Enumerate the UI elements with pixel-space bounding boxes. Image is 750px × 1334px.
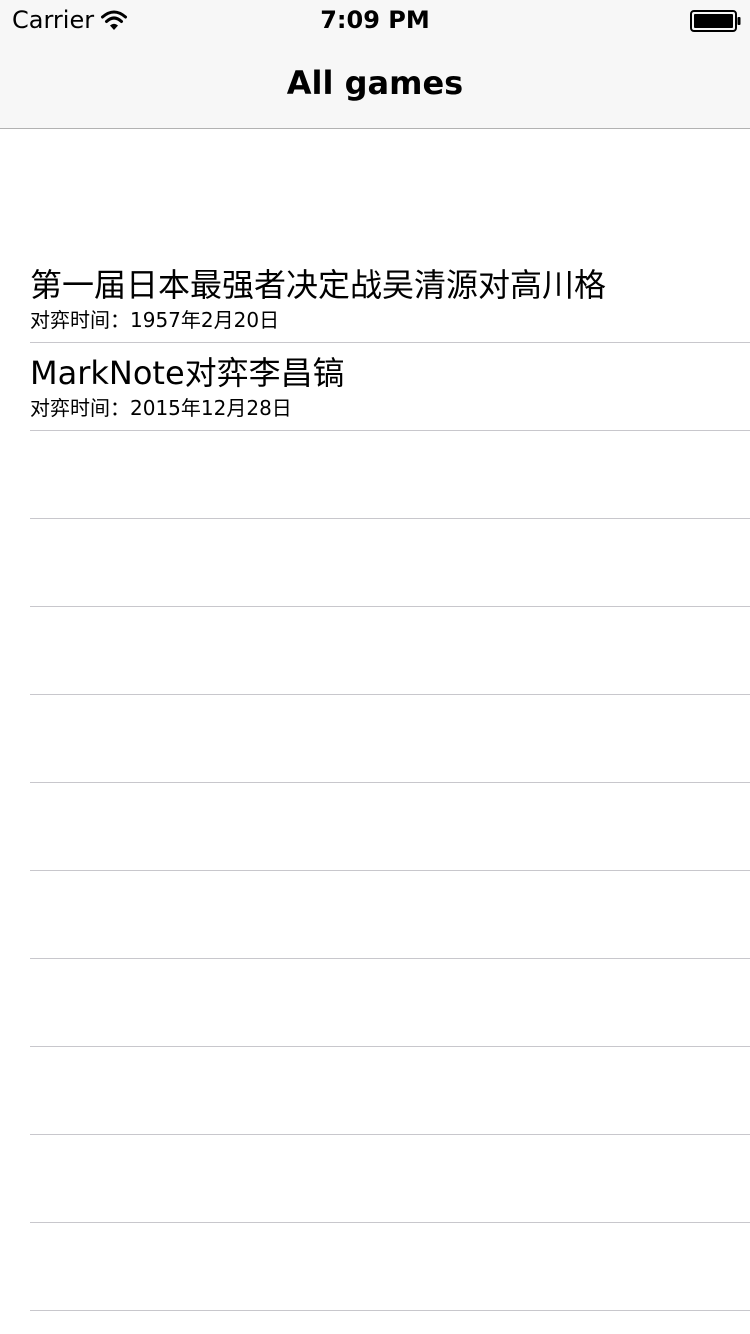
empty-row [30,1047,750,1135]
empty-row [30,431,750,519]
games-table: 第一届日本最强者决定战吴清源对高川格 对弈时间：1957年2月20日 MarkN… [0,255,750,1311]
status-time: 7:09 PM [320,6,430,34]
empty-row [30,871,750,959]
game-date: 对弈时间：1957年2月20日 [30,308,280,332]
status-bar: Carrier 7:09 PM [0,0,750,40]
empty-row [30,1223,750,1311]
empty-row [30,1135,750,1223]
empty-row [30,607,750,695]
empty-row [30,783,750,871]
game-title: 第一届日本最强者决定战吴清源对高川格 [30,266,607,304]
navigation-bar: All games [0,40,750,129]
game-row[interactable]: 第一届日本最强者决定战吴清源对高川格 对弈时间：1957年2月20日 [30,255,750,343]
empty-row [30,959,750,1047]
battery-full-icon [690,10,741,32]
game-row[interactable]: MarkNote对弈李昌镐 对弈时间：2015年12月28日 [30,343,750,431]
empty-row [30,519,750,607]
page-title: All games [286,64,464,102]
empty-row [30,695,750,783]
game-date: 对弈时间：2015年12月28日 [30,396,292,420]
game-title: MarkNote对弈李昌镐 [30,354,345,392]
